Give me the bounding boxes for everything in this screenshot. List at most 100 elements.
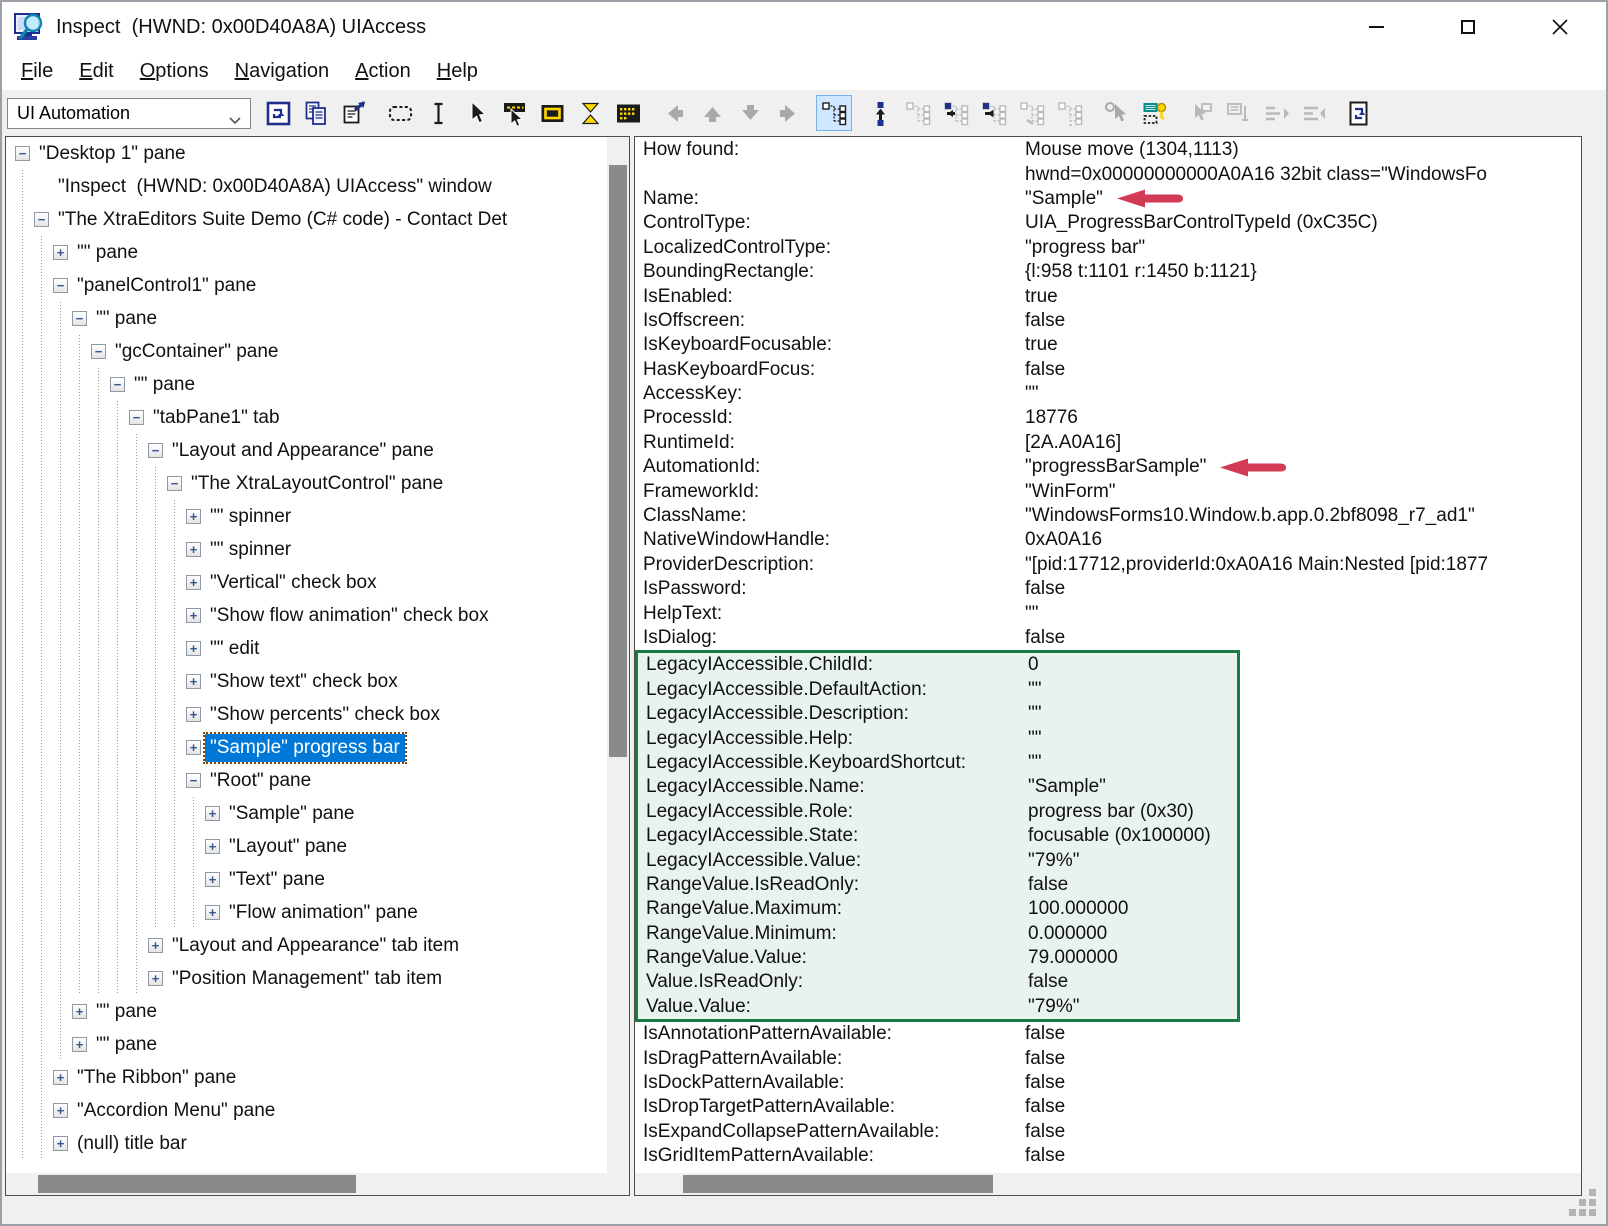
tree-item-label[interactable]: "The Ribbon" pane	[72, 1064, 241, 1092]
menu-options[interactable]: Options	[127, 57, 222, 86]
tree-item-label[interactable]: "Inspect (HWND: 0x00D40A8A) UIAccess" wi…	[53, 173, 497, 201]
action-values-button[interactable]	[1136, 95, 1172, 131]
caret-button[interactable]	[420, 95, 456, 131]
expander-box[interactable]: +	[53, 245, 68, 260]
expander-box[interactable]: +	[186, 608, 201, 623]
expander-plus-icon[interactable]: +	[185, 731, 204, 764]
expander-plus-icon[interactable]: +	[147, 962, 166, 995]
expander-plus-icon[interactable]: +	[185, 500, 204, 533]
tree-item-label[interactable]: "Layout and Appearance" pane	[167, 437, 439, 465]
copy-options-button[interactable]	[336, 95, 372, 131]
expander-box[interactable]: +	[186, 509, 201, 524]
focus-rectangle-button[interactable]	[534, 95, 570, 131]
expander-box[interactable]: +	[53, 1136, 68, 1151]
cursor-button[interactable]	[458, 95, 494, 131]
menu-navigation[interactable]: Navigation	[222, 57, 343, 86]
expander-box[interactable]: +	[53, 1070, 68, 1085]
expander-plus-icon[interactable]: +	[185, 599, 204, 632]
expander-box[interactable]: +	[148, 938, 163, 953]
tree-vscroll-thumb[interactable]	[609, 165, 627, 757]
expander-plus-icon[interactable]: +	[204, 830, 223, 863]
expander-box[interactable]: +	[205, 806, 220, 821]
refresh-button[interactable]	[260, 95, 296, 131]
tree-item-label[interactable]: "" pane	[72, 239, 143, 267]
expander-box[interactable]: −	[72, 311, 87, 326]
expander-box[interactable]: −	[34, 212, 49, 227]
expander-minus-icon[interactable]: −	[71, 302, 90, 335]
expander-box[interactable]: +	[53, 1103, 68, 1118]
tree-item-label[interactable]: "" pane	[129, 371, 200, 399]
expander-box[interactable]: −	[53, 278, 68, 293]
tree-item-label[interactable]: "Root" pane	[205, 767, 316, 795]
tree-item-label[interactable]: "" edit	[205, 635, 264, 663]
tree-item-label[interactable]: "" spinner	[205, 536, 296, 564]
nav-next-sibling-button[interactable]	[976, 95, 1012, 131]
expander-box[interactable]: −	[186, 773, 201, 788]
tree-item-label[interactable]: "Sample" pane	[224, 800, 359, 828]
expander-box[interactable]: +	[148, 971, 163, 986]
menu-edit[interactable]: Edit	[66, 57, 126, 86]
expander-plus-icon[interactable]: +	[204, 863, 223, 896]
expander-box[interactable]: −	[148, 443, 163, 458]
expander-box[interactable]: +	[186, 641, 201, 656]
tree-item-label[interactable]: "Show flow animation" check box	[205, 602, 494, 630]
expander-box[interactable]: −	[129, 410, 144, 425]
expander-plus-icon[interactable]: +	[185, 533, 204, 566]
expander-plus-icon[interactable]: +	[204, 896, 223, 929]
tree-item-label[interactable]: "Show percents" check box	[205, 701, 445, 729]
expander-plus-icon[interactable]: +	[147, 929, 166, 962]
menu-file[interactable]: File	[8, 57, 66, 86]
action-invoke-button[interactable]	[1098, 95, 1134, 131]
expander-box[interactable]: +	[186, 740, 201, 755]
expander-plus-icon[interactable]: +	[52, 1127, 71, 1160]
tree-item-label[interactable]: "Layout and Appearance" tab item	[167, 932, 464, 960]
tree-vertical-scrollbar[interactable]	[607, 137, 629, 1173]
tree-item-label[interactable]: "The XtraEditors Suite Demo (C# code) - …	[53, 206, 512, 234]
tree-item-label[interactable]: "Position Management" tab item	[167, 965, 447, 993]
tree-view-button[interactable]	[816, 95, 852, 131]
expander-minus-icon[interactable]: −	[185, 764, 204, 797]
copy-button[interactable]	[298, 95, 334, 131]
expander-box[interactable]: +	[186, 542, 201, 557]
expander-plus-icon[interactable]: +	[52, 1094, 71, 1127]
selection-rectangle-button[interactable]	[382, 95, 418, 131]
expander-plus-icon[interactable]: +	[185, 566, 204, 599]
tree-item-label[interactable]: (null) title bar	[72, 1130, 192, 1158]
menu-action[interactable]: Action	[342, 57, 424, 86]
menu-help[interactable]: Help	[424, 57, 491, 86]
expander-minus-icon[interactable]: −	[166, 467, 185, 500]
tree-item-label[interactable]: "" pane	[91, 305, 162, 333]
mode-select[interactable]: UI Automation	[7, 98, 251, 129]
tree-hscroll-thumb[interactable]	[38, 1175, 356, 1193]
close-button[interactable]	[1514, 2, 1606, 52]
properties-horizontal-scrollbar[interactable]	[635, 1173, 1581, 1195]
expander-plus-icon[interactable]: +	[185, 632, 204, 665]
expander-box[interactable]: +	[205, 872, 220, 887]
expander-box[interactable]: +	[186, 575, 201, 590]
expander-box[interactable]: −	[91, 344, 106, 359]
expander-minus-icon[interactable]: −	[90, 335, 109, 368]
tree-item-label[interactable]: "gcContainer" pane	[110, 338, 284, 366]
expander-box[interactable]: +	[205, 905, 220, 920]
tree-item-label[interactable]: "Desktop 1" pane	[34, 140, 191, 168]
expander-plus-icon[interactable]: +	[52, 236, 71, 269]
expander-box[interactable]: +	[186, 674, 201, 689]
expander-minus-icon[interactable]: −	[52, 269, 71, 302]
expander-box[interactable]: −	[110, 377, 125, 392]
expander-plus-icon[interactable]: +	[52, 1061, 71, 1094]
expander-box[interactable]: −	[167, 476, 182, 491]
expander-minus-icon[interactable]: −	[147, 434, 166, 467]
expander-box[interactable]: −	[15, 146, 30, 161]
nav-parent-button[interactable]	[862, 95, 898, 131]
tree-item-label[interactable]: "Vertical" check box	[205, 569, 382, 597]
expander-box[interactable]: +	[186, 707, 201, 722]
expander-minus-icon[interactable]: −	[109, 368, 128, 401]
expander-plus-icon[interactable]: +	[71, 1028, 90, 1061]
tree-item-label[interactable]: "" pane	[91, 1031, 162, 1059]
tree-item-label[interactable]: "Flow animation" pane	[224, 899, 423, 927]
tree-item-label[interactable]: "Show text" check box	[205, 668, 403, 696]
tree-item-label[interactable]: "Text" pane	[224, 866, 330, 894]
tree-item-label[interactable]: "Accordion Menu" pane	[72, 1097, 280, 1125]
expander-minus-icon[interactable]: −	[14, 137, 33, 170]
expander-box[interactable]: +	[72, 1037, 87, 1052]
